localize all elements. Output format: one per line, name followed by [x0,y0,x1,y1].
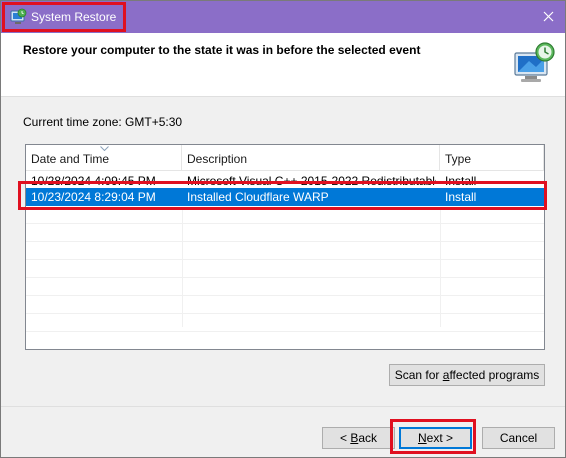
next-button[interactable]: Next > [399,427,472,449]
title-highlight-box [2,2,126,32]
sort-chevron-icon [100,146,109,151]
column-header-type[interactable]: Type [440,145,544,171]
back-button[interactable]: < Back [322,427,395,449]
grid-line [182,207,183,327]
grid-line [26,313,544,314]
cancel-button[interactable]: Cancel [482,427,555,449]
button-label: ack [358,431,378,445]
grid-line [26,277,544,278]
header-band: Restore your computer to the state it wa… [1,33,565,97]
footer-divider [1,406,565,407]
scan-affected-programs-button[interactable]: Scan for affected programs [389,364,545,386]
button-label: ffected programs [449,368,540,382]
close-button[interactable] [533,3,563,29]
button-label-accel: N [417,431,427,445]
grid-line [26,259,544,260]
button-label: ext > [426,431,454,445]
grid-line [26,223,544,224]
grid-line [26,241,544,242]
list-header: Date and Time Description Type [26,145,544,171]
row-date: 10/23/2024 8:29:04 PM [31,190,156,204]
column-header-description[interactable]: Description [182,145,440,171]
system-restore-window: System Restore Restore your computer to … [0,0,566,458]
restore-points-list[interactable]: Date and Time Description Type 10/28/202… [25,144,545,350]
row-type: Install [445,190,477,204]
close-icon [543,11,553,21]
restore-monitor-icon [514,42,555,82]
title-bar[interactable]: System Restore [1,1,565,33]
grid-line [26,295,544,296]
button-label: < [339,431,351,445]
grid-line [440,207,441,327]
page-heading: Restore your computer to the state it wa… [23,43,421,57]
row-description: Installed Cloudflare WARP [187,190,329,204]
current-timezone-label: Current time zone: GMT+5:30 [23,115,183,129]
grid-line [26,331,544,332]
button-label: Scan for [394,368,443,382]
table-row-selected[interactable]: 10/23/2024 8:29:04 PM Installed Cloudfla… [26,188,544,206]
